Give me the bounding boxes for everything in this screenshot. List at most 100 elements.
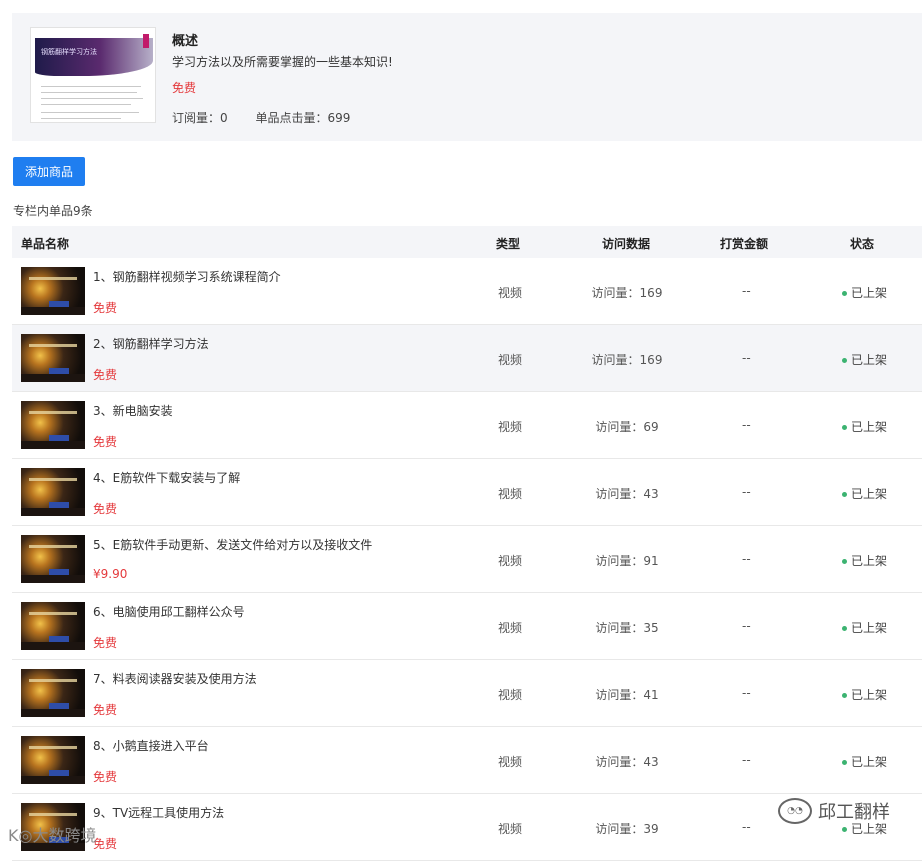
row-type: 视频 xyxy=(498,621,523,635)
thumbnail-screen xyxy=(49,569,69,575)
table-row[interactable]: 7、料表阅读器安装及使用方法 免费 视频 访问量：41 -- 已上架 xyxy=(12,660,922,727)
row-reward: -- xyxy=(742,552,751,566)
thumbnail-desk xyxy=(21,307,85,315)
video-thumbnail[interactable] xyxy=(21,401,85,449)
row-type: 视频 xyxy=(498,755,523,769)
row-title[interactable]: 2、钢筋翻样学习方法 xyxy=(93,335,209,352)
thumbnail-banner xyxy=(29,612,77,615)
thumbnail-desk xyxy=(21,642,85,650)
video-thumbnail[interactable] xyxy=(21,736,85,784)
table-row[interactable]: 2、钢筋翻样学习方法 免费 视频 访问量：169 -- 已上架 xyxy=(12,325,922,392)
watermark-text: 邱工翻样 xyxy=(818,802,890,823)
row-type: 视频 xyxy=(498,286,523,300)
status-label: 已上架 xyxy=(851,353,888,367)
status-label: 已上架 xyxy=(851,755,888,769)
video-thumbnail[interactable] xyxy=(21,669,85,717)
row-title[interactable]: 3、新电脑安装 xyxy=(93,402,173,419)
row-visits: 访问量：43 xyxy=(595,755,659,769)
row-type: 视频 xyxy=(498,487,523,501)
row-status: 已上架 xyxy=(842,485,887,502)
product-table-body: 1、钢筋翻样视频学习系统课程简介 免费 视频 访问量：169 -- 已上架 2、钢筋翻样学习… xyxy=(12,258,922,861)
status-dot-icon xyxy=(842,492,847,497)
row-reward: -- xyxy=(742,351,751,365)
row-reward: -- xyxy=(742,485,751,499)
video-thumbnail[interactable] xyxy=(21,535,85,583)
table-row[interactable]: 3、新电脑安装 免费 视频 访问量：69 -- 已上架 xyxy=(12,392,922,459)
header-reward: 打赏金额 xyxy=(720,237,769,251)
row-visits: 访问量：69 xyxy=(595,420,659,434)
column-summary-card: 钢筋翻样学习方法 概述 学习方法以及所需要掌握的一些基本知识! 免费 订阅量：0… xyxy=(12,13,922,141)
row-price: 免费 xyxy=(93,502,118,516)
cover-text-line xyxy=(41,112,139,113)
status-label: 已上架 xyxy=(851,420,888,434)
thumbnail-screen xyxy=(49,435,69,441)
status-label: 已上架 xyxy=(851,822,888,836)
row-reward: -- xyxy=(742,284,751,298)
row-price: 免费 xyxy=(93,837,118,851)
cover-text-line xyxy=(41,92,137,93)
row-price: 免费 xyxy=(93,703,118,717)
row-title[interactable]: 9、TV远程工具使用方法 xyxy=(93,804,224,821)
row-type: 视频 xyxy=(498,554,523,568)
thumbnail-banner xyxy=(29,478,77,481)
row-type: 视频 xyxy=(498,353,523,367)
video-thumbnail[interactable] xyxy=(21,267,85,315)
status-label: 已上架 xyxy=(851,487,888,501)
thumbnail-desk xyxy=(21,575,85,583)
thumbnail-desk xyxy=(21,776,85,784)
row-visits: 访问量：39 xyxy=(595,822,659,836)
row-title[interactable]: 5、E筋软件手动更新、发送文件给对方以及接收文件 xyxy=(93,536,372,553)
thumbnail-screen xyxy=(49,368,69,374)
row-visits: 访问量：169 xyxy=(591,353,663,367)
thumbnail-screen xyxy=(49,502,69,508)
cover-text-line xyxy=(41,118,121,119)
subscriber-count: 订阅量：0 xyxy=(172,111,228,125)
table-row[interactable]: 6、电脑使用邱工翻样公众号 免费 视频 访问量：35 -- 已上架 xyxy=(12,593,922,660)
table-row[interactable]: 4、E筋软件下载安装与了解 免费 视频 访问量：43 -- 已上架 xyxy=(12,459,922,526)
row-title[interactable]: 7、料表阅读器安装及使用方法 xyxy=(93,670,257,687)
thumbnail-desk xyxy=(21,441,85,449)
table-header: 单品名称 类型 访问数据 打赏金额 状态 xyxy=(12,226,922,258)
row-visits: 访问量：43 xyxy=(595,487,659,501)
status-dot-icon xyxy=(842,760,847,765)
row-status: 已上架 xyxy=(842,552,887,569)
table-row[interactable]: 8、小鹅直接进入平台 免费 视频 访问量：43 -- 已上架 xyxy=(12,727,922,794)
watermark-left: K◎大数跨境 xyxy=(8,826,97,845)
video-thumbnail[interactable] xyxy=(21,334,85,382)
row-title[interactable]: 1、钢筋翻样视频学习系统课程简介 xyxy=(93,268,281,285)
row-status: 已上架 xyxy=(842,418,887,435)
row-status: 已上架 xyxy=(842,686,887,703)
thumbnail-desk xyxy=(21,374,85,382)
row-type: 视频 xyxy=(498,688,523,702)
cover-tag xyxy=(143,34,149,48)
thumbnail-desk xyxy=(21,709,85,717)
row-status: 已上架 xyxy=(842,351,887,368)
video-thumbnail[interactable] xyxy=(21,602,85,650)
column-cover-image: 钢筋翻样学习方法 xyxy=(30,27,156,123)
row-visits: 访问量：169 xyxy=(591,286,663,300)
row-visits: 访问量：91 xyxy=(595,554,659,568)
watermark: ◔◔ 邱工翻样 xyxy=(778,798,890,824)
row-title[interactable]: 6、电脑使用邱工翻样公众号 xyxy=(93,603,245,620)
status-dot-icon xyxy=(842,827,847,832)
header-status: 状态 xyxy=(850,237,875,251)
row-visits: 访问量：35 xyxy=(595,621,659,635)
table-row[interactable]: 1、钢筋翻样视频学习系统课程简介 免费 视频 访问量：169 -- 已上架 xyxy=(12,258,922,325)
status-label: 已上架 xyxy=(851,554,888,568)
add-product-button[interactable]: 添加商品 xyxy=(13,157,85,186)
cover-text-line xyxy=(41,86,141,87)
row-visits: 访问量：41 xyxy=(595,688,659,702)
thumbnail-desk xyxy=(21,508,85,516)
thumbnail-banner xyxy=(29,277,77,280)
row-title[interactable]: 4、E筋软件下载安装与了解 xyxy=(93,469,240,486)
click-count: 单品点击量：699 xyxy=(255,111,351,125)
row-title[interactable]: 8、小鹅直接进入平台 xyxy=(93,737,209,754)
cover-text-line xyxy=(41,104,131,105)
row-status: 已上架 xyxy=(842,753,887,770)
summary-description: 学习方法以及所需要掌握的一些基本知识! xyxy=(172,55,393,69)
status-dot-icon xyxy=(842,559,847,564)
table-row[interactable]: 5、E筋软件手动更新、发送文件给对方以及接收文件 ¥9.90 视频 访问量：91 -- 已… xyxy=(12,526,922,593)
row-price: 免费 xyxy=(93,636,118,650)
video-thumbnail[interactable] xyxy=(21,468,85,516)
thumbnail-banner xyxy=(29,344,77,347)
